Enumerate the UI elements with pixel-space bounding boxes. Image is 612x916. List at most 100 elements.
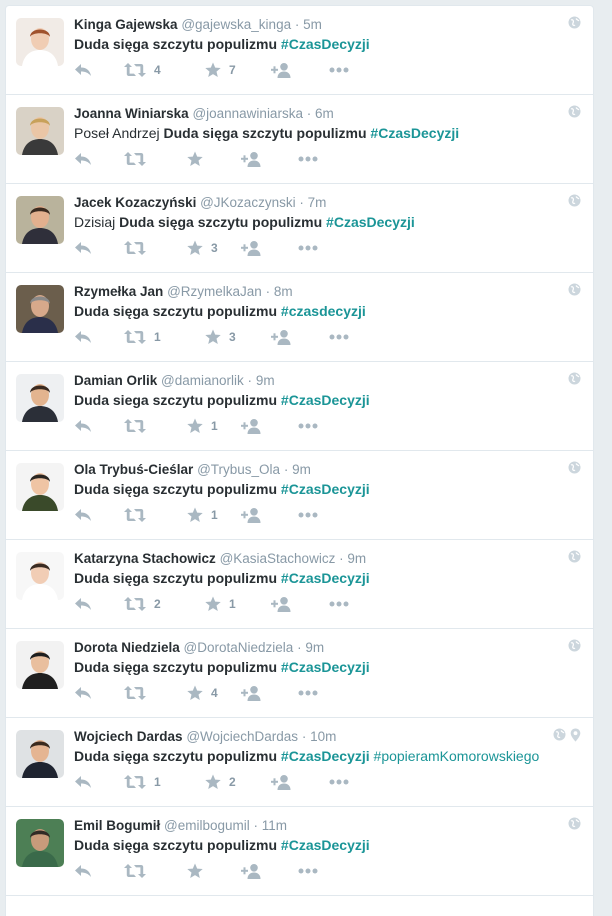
timestamp[interactable]: 5m (303, 17, 322, 32)
user-name[interactable]: Jacek Kozaczyński (74, 195, 196, 210)
more-button[interactable] (298, 149, 318, 169)
user-handle[interactable]: @Trybus_Ola (197, 462, 280, 477)
hashtag-link[interactable]: #CzasDecyzji (281, 659, 370, 675)
user-handle[interactable]: @KasiaStachowicz (220, 551, 336, 566)
user-name[interactable]: Joanna Winiarska (74, 106, 189, 121)
user-name[interactable]: Ola Trybuś-Cieślar (74, 462, 193, 477)
avatar[interactable] (16, 819, 64, 867)
reply-button[interactable] (74, 416, 92, 436)
timestamp[interactable]: 9m (256, 373, 275, 388)
user-name[interactable]: Dorota Niedziela (74, 640, 180, 655)
follow-button[interactable] (241, 505, 263, 525)
avatar[interactable] (16, 730, 64, 778)
retweet-button[interactable] (124, 683, 146, 703)
tweet[interactable]: Emil Bogumił @emilbogumil · 11m Duda się… (6, 807, 593, 896)
more-button[interactable] (329, 772, 349, 792)
user-handle[interactable]: @DorotaNiedziela (184, 640, 294, 655)
user-handle[interactable]: @RzymelkaJan (167, 284, 262, 299)
favorite-button[interactable]: 1 (205, 594, 236, 614)
avatar[interactable] (16, 374, 64, 422)
hashtag-link[interactable]: #CzasDecyzji (281, 837, 370, 853)
follow-button[interactable] (241, 683, 263, 703)
reply-button[interactable] (74, 327, 92, 347)
retweet-button[interactable] (124, 505, 146, 525)
avatar[interactable] (16, 18, 64, 66)
retweet-button[interactable] (124, 149, 146, 169)
location-pin-icon[interactable] (570, 728, 581, 747)
timestamp[interactable]: 9m (305, 640, 324, 655)
more-button[interactable] (329, 594, 349, 614)
favorite-button[interactable]: 1 (187, 416, 218, 436)
avatar[interactable] (16, 463, 64, 511)
reply-button[interactable] (74, 594, 92, 614)
tweet[interactable]: Kinga Gajewska @gajewska_kinga · 5m Duda… (6, 6, 593, 95)
retweet-button[interactable] (124, 238, 146, 258)
avatar[interactable] (16, 107, 64, 155)
timestamp[interactable]: 9m (347, 551, 366, 566)
user-handle[interactable]: @JKozaczynski (200, 195, 295, 210)
hashtag-link[interactable]: #CzasDecyzji (281, 570, 370, 586)
hashtag-link[interactable]: #CzasDecyzji (326, 214, 415, 230)
favorite-button[interactable]: 1 (187, 505, 218, 525)
hashtag-link[interactable]: #czasdecyzji (281, 303, 366, 319)
hashtag-link[interactable]: #CzasDecyzji (281, 481, 370, 497)
avatar[interactable] (16, 285, 64, 333)
tweet[interactable]: Jacek Kozaczyński @JKozaczynski · 7m Dzi… (6, 184, 593, 273)
user-name[interactable]: Damian Orlik (74, 373, 157, 388)
tweet[interactable]: Damian Orlik @damianorlik · 9m Duda sieg… (6, 362, 593, 451)
more-button[interactable] (329, 60, 349, 80)
retweet-button[interactable]: 2 (124, 594, 161, 614)
favorite-button[interactable] (187, 861, 203, 881)
retweet-button[interactable]: 1 (124, 772, 161, 792)
timestamp[interactable]: 6m (315, 106, 334, 121)
follow-button[interactable] (271, 60, 293, 80)
user-name[interactable]: Wojciech Dardas (74, 729, 183, 744)
reply-button[interactable] (74, 238, 92, 258)
more-button[interactable] (329, 327, 349, 347)
hashtag-link[interactable]: #CzasDecyzji (281, 392, 370, 408)
user-name[interactable]: Emil Bogumił (74, 818, 160, 833)
follow-button[interactable] (271, 594, 293, 614)
more-button[interactable] (298, 683, 318, 703)
hashtag-link[interactable]: #CzasDecyzji (370, 125, 459, 141)
reply-button[interactable] (74, 505, 92, 525)
tweet[interactable]: Joanna Winiarska @joannawiniarska · 6m P… (6, 95, 593, 184)
user-handle[interactable]: @emilbogumil (164, 818, 250, 833)
favorite-button[interactable]: 4 (187, 683, 218, 703)
timestamp[interactable]: 7m (308, 195, 327, 210)
follow-button[interactable] (241, 861, 263, 881)
timestamp[interactable]: 9m (292, 462, 311, 477)
avatar[interactable] (16, 641, 64, 689)
tweet[interactable]: Dorota Niedziela @DorotaNiedziela · 9m D… (6, 629, 593, 718)
hashtag-link[interactable]: #CzasDecyzji (281, 748, 370, 764)
favorite-button[interactable]: 7 (205, 60, 236, 80)
hashtag-link[interactable]: #CzasDecyzji (281, 36, 370, 52)
favorite-button[interactable]: 2 (205, 772, 236, 792)
follow-button[interactable] (271, 772, 293, 792)
user-handle[interactable]: @WojciechDardas (186, 729, 298, 744)
reply-button[interactable] (74, 772, 92, 792)
favorite-button[interactable] (187, 149, 203, 169)
user-handle[interactable]: @joannawiniarska (192, 106, 303, 121)
reply-button[interactable] (74, 683, 92, 703)
more-button[interactable] (298, 416, 318, 436)
reply-button[interactable] (74, 60, 92, 80)
favorite-button[interactable]: 3 (205, 327, 236, 347)
more-button[interactable] (298, 238, 318, 258)
hashtag-link-extra[interactable]: #popieramKomorowskiego (374, 748, 540, 764)
favorite-button[interactable]: 3 (187, 238, 218, 258)
tweet[interactable]: Katarzyna Stachowicz @KasiaStachowicz · … (6, 540, 593, 629)
retweet-button[interactable]: 4 (124, 60, 161, 80)
avatar[interactable] (16, 196, 64, 244)
follow-button[interactable] (241, 238, 263, 258)
follow-button[interactable] (241, 416, 263, 436)
user-handle[interactable]: @gajewska_kinga (181, 17, 291, 32)
reply-button[interactable] (74, 149, 92, 169)
tweet[interactable]: Ola Trybuś-Cieślar @Trybus_Ola · 9m Duda… (6, 451, 593, 540)
tweet[interactable]: Rzymełka Jan @RzymelkaJan · 8m Duda sięg… (6, 273, 593, 362)
user-handle[interactable]: @damianorlik (161, 373, 244, 388)
user-name[interactable]: Katarzyna Stachowicz (74, 551, 216, 566)
follow-button[interactable] (241, 149, 263, 169)
retweet-button[interactable]: 1 (124, 327, 161, 347)
user-name[interactable]: Rzymełka Jan (74, 284, 163, 299)
